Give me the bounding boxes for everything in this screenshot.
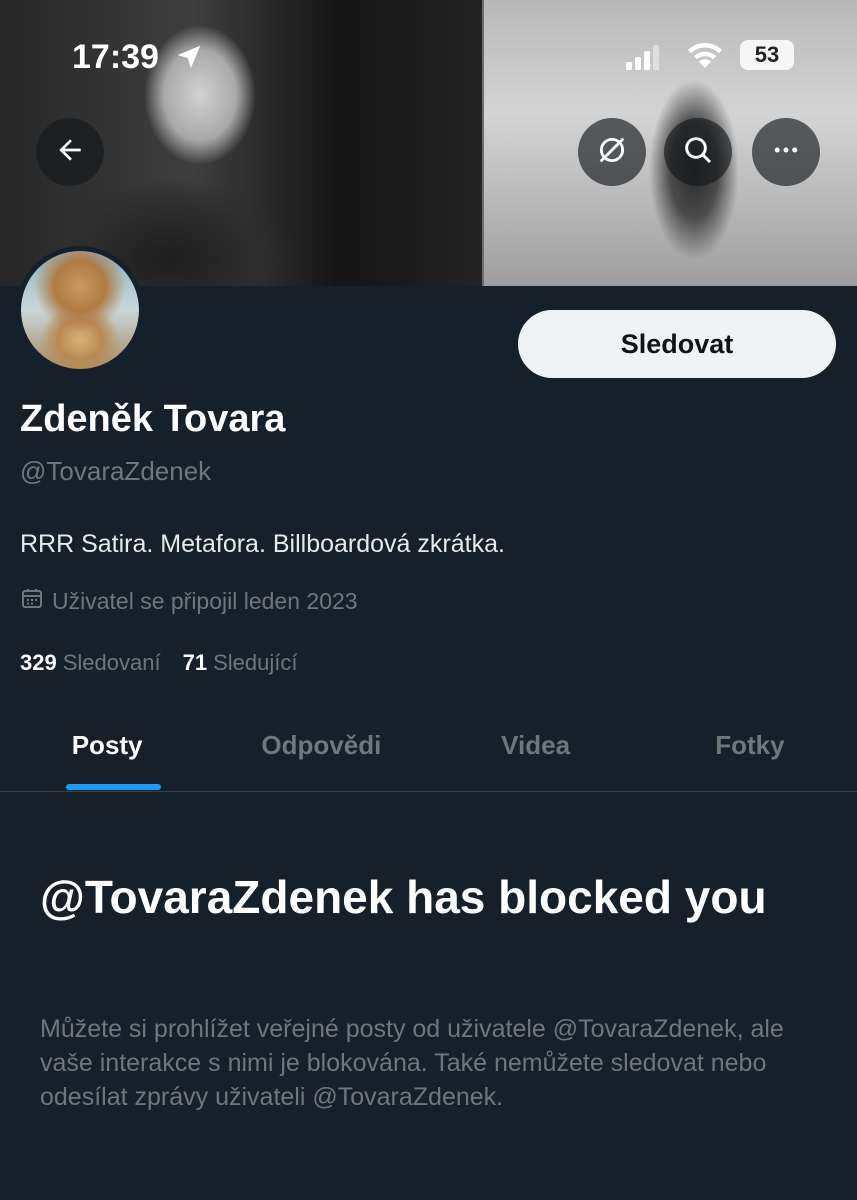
followers-link[interactable]: 71 Sledující bbox=[183, 650, 298, 676]
status-bar: 17:39 53 bbox=[0, 34, 857, 84]
location-arrow-icon bbox=[174, 42, 204, 77]
more-options-button[interactable] bbox=[752, 118, 820, 186]
tab-odpovedi[interactable]: Odpovědi bbox=[214, 700, 428, 791]
tab-posty[interactable]: Posty bbox=[0, 700, 214, 791]
followers-label: Sledující bbox=[213, 650, 298, 675]
profile-avatar[interactable] bbox=[16, 246, 144, 374]
profile-handle: @TovaraZdenek bbox=[20, 456, 212, 486]
profile-bio: RRR Satira. Metafora. Billboardová zkrát… bbox=[20, 530, 505, 558]
joined-date: Uživatel se připojil leden 2023 bbox=[20, 586, 358, 616]
battery-indicator: 53 bbox=[740, 40, 794, 70]
wifi-icon bbox=[686, 42, 724, 75]
following-label: Sledovaní bbox=[62, 650, 161, 675]
blocked-title: @TovaraZdenek has blocked you bbox=[40, 871, 767, 923]
search-button[interactable] bbox=[664, 118, 732, 186]
follow-button[interactable]: Sledovat bbox=[518, 310, 836, 378]
back-button[interactable] bbox=[36, 118, 104, 186]
calendar-icon bbox=[20, 586, 44, 616]
blocked-description: Můžete si prohlížet veřejné posty od uži… bbox=[40, 1015, 784, 1111]
cellular-signal-icon bbox=[626, 44, 662, 75]
back-arrow-icon bbox=[54, 134, 86, 171]
tab-fotky[interactable]: Fotky bbox=[643, 700, 857, 791]
joined-label: Uživatel se připojil leden 2023 bbox=[52, 587, 358, 614]
following-link[interactable]: 329 Sledovaní bbox=[20, 650, 161, 676]
following-count: 329 bbox=[20, 650, 57, 675]
more-icon bbox=[771, 135, 801, 170]
follow-stats: 329 Sledovaní 71 Sledující bbox=[20, 650, 297, 676]
tab-videa[interactable]: Videa bbox=[429, 700, 643, 791]
profile-tabs: Posty Odpovědi Videa Fotky bbox=[0, 700, 857, 792]
grok-button[interactable] bbox=[578, 118, 646, 186]
followers-count: 71 bbox=[182, 650, 208, 675]
profile-display-name: Zdeněk Tovara bbox=[20, 398, 286, 440]
grok-icon bbox=[595, 133, 629, 172]
search-icon bbox=[682, 134, 714, 171]
active-tab-indicator bbox=[66, 784, 161, 790]
status-time: 17:39 bbox=[72, 38, 159, 76]
